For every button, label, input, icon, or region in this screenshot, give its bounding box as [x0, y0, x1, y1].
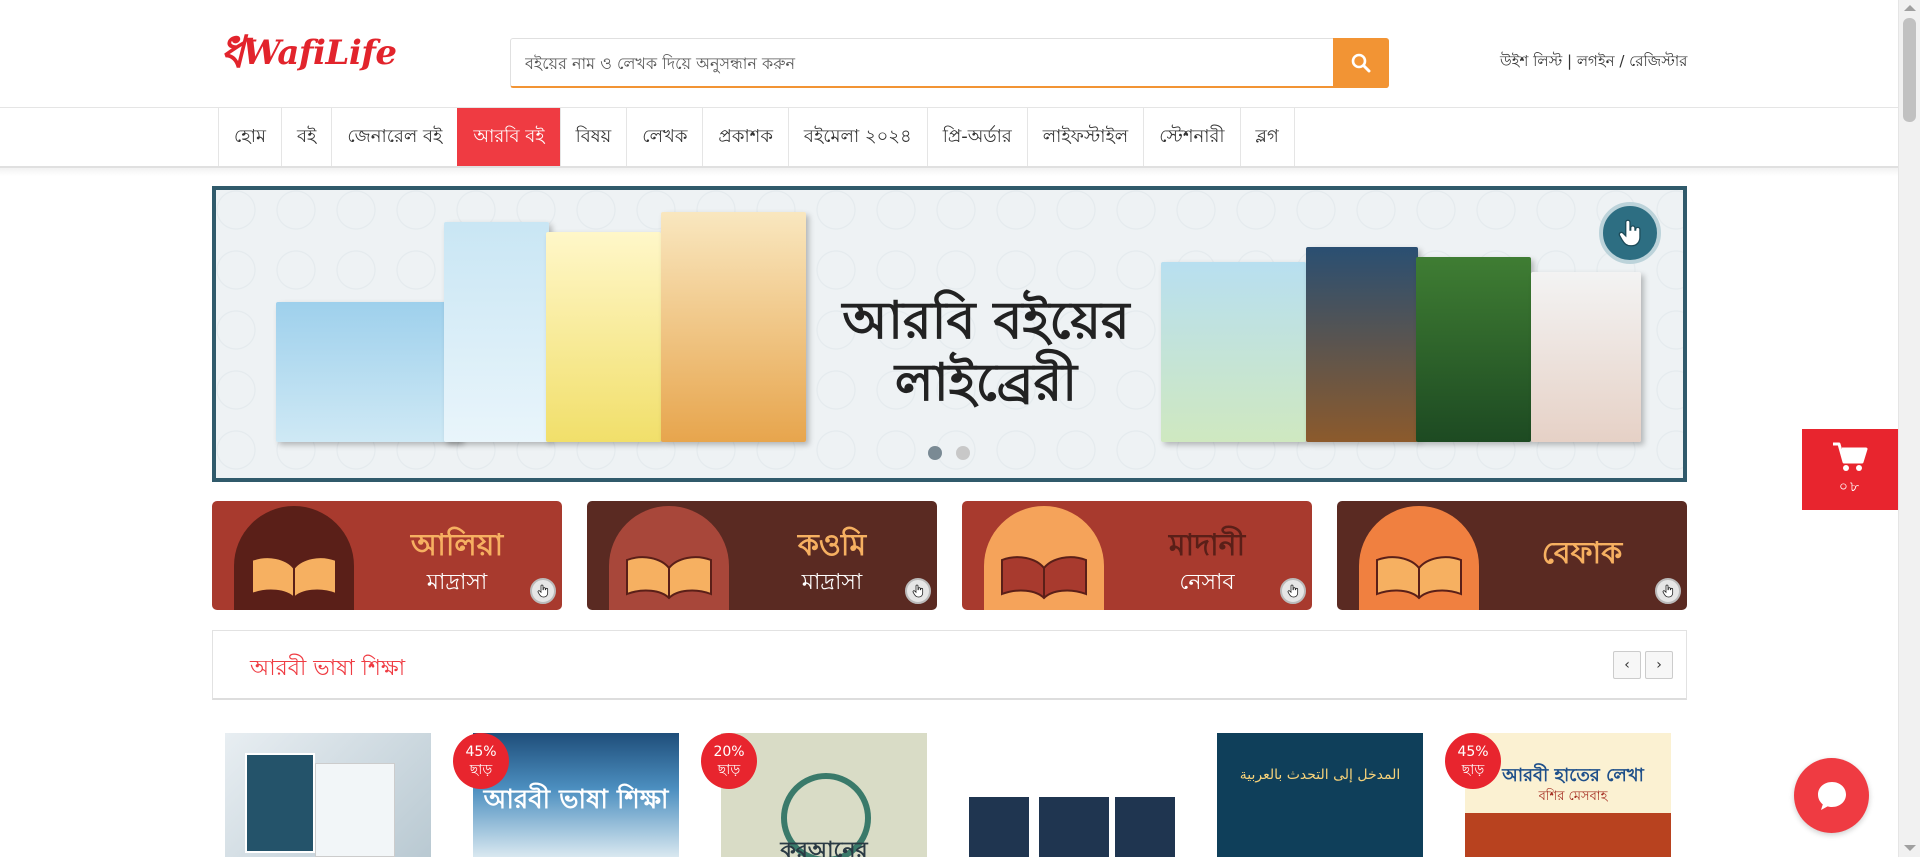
- cart-count: ০৮: [1838, 478, 1862, 495]
- nav-item-authors[interactable]: লেখক: [626, 108, 702, 166]
- nav-item-lifestyle[interactable]: লাইফস্টাইল: [1026, 108, 1143, 166]
- banner-title-line: আরবি বইয়ের: [842, 291, 1130, 351]
- pointer-hand-icon: [905, 578, 931, 604]
- discount-label: ছাড়: [1461, 762, 1485, 778]
- banner-dot[interactable]: [956, 446, 970, 460]
- category-subtitle: মাদ্রাসা: [426, 570, 488, 595]
- open-book-icon: [626, 556, 712, 600]
- category-title: আলিয়া: [410, 528, 504, 563]
- wishlist-link[interactable]: উইশ লিস্ট: [1500, 52, 1562, 70]
- nav-divider: [0, 168, 1898, 176]
- discount-label: ছাড়: [717, 762, 741, 778]
- product-card[interactable]: [225, 733, 431, 857]
- account-links: উইশ লিস্ট | লগইন / রেজিস্টার: [1500, 50, 1687, 75]
- nav-item-subjects[interactable]: বিষয়: [559, 108, 627, 166]
- category-title: মাদানী: [1168, 528, 1246, 563]
- product-card[interactable]: [969, 733, 1175, 857]
- discount-badge: 45% ছাড়: [1445, 733, 1501, 789]
- open-book-icon: [1001, 556, 1087, 600]
- product-cover: [225, 733, 431, 857]
- discount-percent: 45%: [465, 744, 497, 760]
- category-card-befaq[interactable]: বেফাক: [1337, 501, 1687, 610]
- banner-dots: [928, 446, 970, 460]
- product-card[interactable]: المدخل إلى التحدث بالعربية: [1217, 733, 1423, 857]
- cart-icon: [1833, 442, 1868, 471]
- scroll-up-arrow[interactable]: [1904, 5, 1916, 11]
- banner-title-line: লাইব্রেরী: [894, 353, 1078, 413]
- banner-book: [444, 222, 549, 442]
- banner-book: [546, 232, 661, 442]
- product-cover-subtitle: বশির মেসবাহ: [1538, 789, 1608, 804]
- account-separator: /: [1614, 52, 1630, 70]
- open-book-icon: [1376, 556, 1462, 600]
- category-card-alia[interactable]: আলিয়া মাদ্রাসা: [212, 501, 562, 610]
- nav-item-books[interactable]: বই: [280, 108, 331, 166]
- hand-icon: [1618, 219, 1641, 247]
- site-header: ধ WafiLife উইশ লিস্ট | লগইন / রেজিস্টার: [0, 0, 1898, 108]
- category-card-qawmi[interactable]: কওমি মাদ্রাসা: [587, 501, 937, 610]
- category-subtitle: নেসাব: [1179, 570, 1235, 595]
- discount-percent: 20%: [713, 744, 745, 760]
- section-title[interactable]: আরবী ভাষা শিক্ষা: [250, 651, 405, 688]
- page: ধ WafiLife উইশ লিস্ট | লগইন / রেজিস্টার …: [0, 0, 1920, 857]
- floating-cart[interactable]: ০৮: [1802, 429, 1898, 510]
- banner-book: [1306, 247, 1418, 442]
- banner-title: আরবি বইয়ের লাইব্রেরী: [826, 290, 1146, 414]
- register-link[interactable]: রেজিস্টার: [1629, 52, 1687, 70]
- scroll-down-arrow[interactable]: [1904, 845, 1916, 851]
- logo-mark: ধ: [220, 27, 245, 78]
- banner-dot[interactable]: [928, 446, 942, 460]
- nav-item-stationery[interactable]: স্টেশনারী: [1143, 108, 1239, 166]
- banner-book: [1416, 257, 1531, 442]
- search-box: [510, 38, 1389, 88]
- login-link[interactable]: লগইন: [1577, 52, 1615, 70]
- banner-book: [1161, 262, 1306, 442]
- nav-item-pre-order[interactable]: প্রি-অর্ডার: [926, 108, 1027, 166]
- product-cover-title: কুরআনের: [780, 838, 868, 857]
- discount-badge: 20% ছাড়: [701, 733, 757, 789]
- discount-badge: 45% ছাড়: [453, 733, 509, 789]
- search-icon: [1351, 53, 1371, 73]
- nav-item-home[interactable]: হোম: [218, 108, 281, 166]
- nav-item-publishers[interactable]: প্রকাশক: [702, 108, 788, 166]
- category-subtitle: মাদ্রাসা: [801, 570, 863, 595]
- nav-item-blog[interactable]: ব্লগ: [1239, 108, 1295, 166]
- discount-label: ছাড়: [469, 762, 493, 778]
- nav-item-arabic-books[interactable]: আরবি বই: [457, 108, 560, 166]
- scroll-thumb[interactable]: [1903, 18, 1916, 122]
- banner-book: [1531, 272, 1641, 442]
- pointer-hand-icon: [1280, 578, 1306, 604]
- slider-prev-button[interactable]: ‹: [1613, 651, 1641, 679]
- search-input[interactable]: [511, 39, 1333, 87]
- wafilife-logo[interactable]: ধ WafiLife: [220, 20, 397, 86]
- category-title: বেফাক: [1541, 536, 1623, 571]
- nav-list: হোম বই জেনারেল বই আরবি বই বিষয় লেখক প্র…: [218, 108, 1295, 166]
- category-card-madani[interactable]: মাদানী নেসাব: [962, 501, 1312, 610]
- page-scrollbar[interactable]: [1898, 0, 1920, 857]
- logo-text: WafiLife: [242, 33, 397, 73]
- pointer-hand-icon: [1599, 202, 1661, 264]
- pointer-hand-icon: [530, 578, 556, 604]
- discount-percent: 45%: [1457, 744, 1489, 760]
- category-title: কওমি: [797, 528, 867, 563]
- banner-book: [661, 212, 806, 442]
- product-cover: [969, 733, 1175, 857]
- chat-button[interactable]: [1794, 758, 1869, 833]
- search-button[interactable]: [1333, 38, 1389, 88]
- open-book-icon: [251, 556, 337, 600]
- main-nav: হোম বই জেনারেল বই আরবি বই বিষয় লেখক প্র…: [0, 108, 1898, 168]
- slider-next-button[interactable]: ›: [1645, 651, 1673, 679]
- account-separator: |: [1562, 52, 1577, 70]
- product-cover: المدخل إلى التحدث بالعربية: [1217, 733, 1423, 857]
- hero-banner[interactable]: আরবি বইয়ের লাইব্রেরী: [212, 186, 1687, 482]
- chat-bubble-icon: [1817, 781, 1846, 810]
- product-cover-title: আরবী ভাষা শিক্ষা: [483, 785, 669, 815]
- product-cover-title: المدخل إلى التحدث بالعربية: [1239, 767, 1401, 783]
- nav-item-book-fair[interactable]: বইমেলা ২০২৪: [787, 108, 927, 166]
- nav-item-general-books[interactable]: জেনারেল বই: [331, 108, 457, 166]
- pointer-hand-icon: [1655, 578, 1681, 604]
- section-header: আরবী ভাষা শিক্ষা ‹ ›: [212, 630, 1687, 700]
- banner-book: [276, 302, 461, 442]
